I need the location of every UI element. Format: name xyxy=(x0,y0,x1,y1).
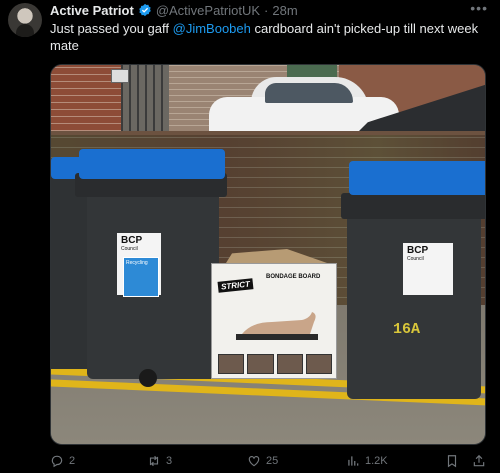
tweet-header: Active Patriot @ActivePatriotUK · 28m xyxy=(50,2,298,18)
share-button[interactable] xyxy=(472,454,486,468)
box-title: BONDAGE BOARD xyxy=(266,274,321,280)
reply-count: 2 xyxy=(69,455,76,467)
sticker-text: Recycling xyxy=(126,260,148,266)
tweet-text-start: Just passed you gaff xyxy=(50,21,173,36)
cardboard-box: STRICT BONDAGE BOARD xyxy=(211,263,337,379)
wheelie-bin-right xyxy=(347,213,481,399)
box-thumbnails xyxy=(218,354,332,374)
recycling-sticker: Recycling xyxy=(123,257,159,297)
verified-icon xyxy=(139,3,151,17)
timestamp[interactable]: 28m xyxy=(272,3,297,18)
bcp-text: BCP xyxy=(407,245,429,256)
council-text: Council xyxy=(407,256,424,262)
wall-sign xyxy=(111,69,129,83)
views-button[interactable]: 1.2K xyxy=(346,454,388,468)
tweet-photo[interactable]: BCP Council Recycling BCP Council 16A ST… xyxy=(50,64,486,445)
box-figure xyxy=(236,312,318,340)
share-icon xyxy=(473,454,485,467)
background-buildings xyxy=(51,65,485,139)
mention-link[interactable]: @JimBoobeh xyxy=(173,21,251,36)
like-icon xyxy=(248,456,260,467)
more-icon[interactable]: ••• xyxy=(470,0,488,16)
author-handle[interactable]: @ActivePatriotUK xyxy=(156,3,260,18)
bookmark-button[interactable] xyxy=(445,454,459,468)
separator-dot: · xyxy=(264,2,269,18)
tweet-text: Just passed you gaff @JimBoobeh cardboar… xyxy=(50,20,486,54)
bcp-label-right: BCP Council xyxy=(403,243,453,295)
reply-icon xyxy=(51,455,63,468)
like-button[interactable]: 25 xyxy=(247,454,278,468)
bin-lid-left xyxy=(79,149,225,179)
action-bar: 2 3 25 1.2K xyxy=(50,452,486,470)
bin-rim xyxy=(341,193,485,219)
author-name[interactable]: Active Patriot xyxy=(50,3,134,18)
avatar[interactable] xyxy=(8,3,42,37)
repost-icon xyxy=(149,455,159,467)
bin-number: 16A xyxy=(393,321,421,338)
bin-wheel xyxy=(139,369,157,387)
council-text: Council xyxy=(121,246,138,252)
views-count: 1.2K xyxy=(365,455,388,467)
like-count: 25 xyxy=(266,455,279,467)
reply-button[interactable]: 2 xyxy=(50,454,75,468)
repost-count: 3 xyxy=(166,455,173,467)
repost-button[interactable]: 3 xyxy=(147,454,172,468)
box-brand: STRICT xyxy=(217,278,254,293)
views-icon xyxy=(348,456,359,466)
bin-lid-right xyxy=(349,161,485,195)
bookmark-icon xyxy=(447,455,457,468)
bcp-text: BCP xyxy=(121,235,143,246)
